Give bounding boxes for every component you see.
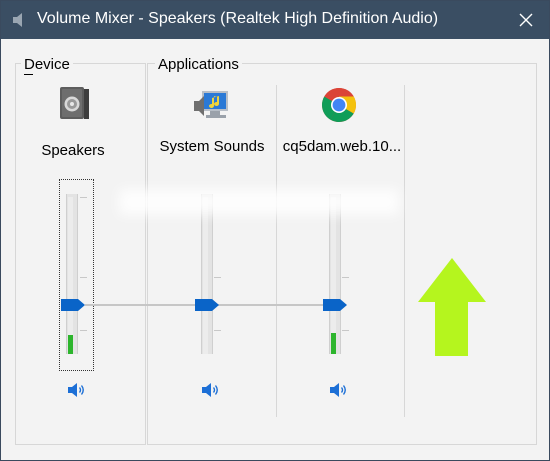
applications-group-label: Applications xyxy=(155,56,242,73)
volume-mixer-window: Volume Mixer - Speakers (Realtek High De… xyxy=(0,0,550,461)
app-name-label: System Sounds xyxy=(159,138,265,155)
app-name-label: cq5dam.web.10... xyxy=(282,138,402,155)
device-peak-meter-level xyxy=(68,335,73,354)
window-title: Volume Mixer - Speakers (Realtek High De… xyxy=(37,10,439,27)
tick-mark xyxy=(214,330,221,331)
chrome-icon xyxy=(322,88,356,122)
tick-mark xyxy=(342,277,349,278)
tick-mark xyxy=(80,277,87,278)
device-name-label: Speakers xyxy=(41,142,105,159)
column-divider xyxy=(276,85,277,417)
up-arrow-annotation xyxy=(418,258,486,356)
tick-mark xyxy=(80,330,87,331)
system-sounds-icon xyxy=(194,91,228,118)
slider-link-line xyxy=(85,304,199,306)
slider-link-line xyxy=(216,304,326,306)
device-mute-button[interactable] xyxy=(67,381,87,399)
system-sounds-volume-slider-thumb[interactable] xyxy=(195,299,219,311)
device-peak-meter xyxy=(68,197,73,354)
close-button[interactable] xyxy=(503,1,549,39)
tick-mark xyxy=(214,277,221,278)
blurred-watermark xyxy=(119,189,399,215)
chrome-mute-button[interactable] xyxy=(329,381,349,399)
title-bar: Volume Mixer - Speakers (Realtek High De… xyxy=(1,1,549,39)
chrome-volume-slider-thumb[interactable] xyxy=(323,299,347,311)
mnemonic-underline xyxy=(24,74,33,75)
tick-mark xyxy=(342,330,349,331)
speaker-icon xyxy=(13,13,22,27)
chrome-peak-meter xyxy=(331,197,336,354)
system-sounds-peak-meter xyxy=(203,197,208,354)
close-icon xyxy=(519,13,533,27)
speaker-device-icon xyxy=(60,87,89,119)
device-volume-slider-thumb[interactable] xyxy=(61,299,85,311)
tick-mark xyxy=(80,197,87,198)
system-sounds-mute-button[interactable] xyxy=(201,381,221,399)
device-group-label: Device xyxy=(21,56,73,73)
column-divider xyxy=(404,85,405,417)
chrome-peak-meter-level xyxy=(331,333,336,354)
